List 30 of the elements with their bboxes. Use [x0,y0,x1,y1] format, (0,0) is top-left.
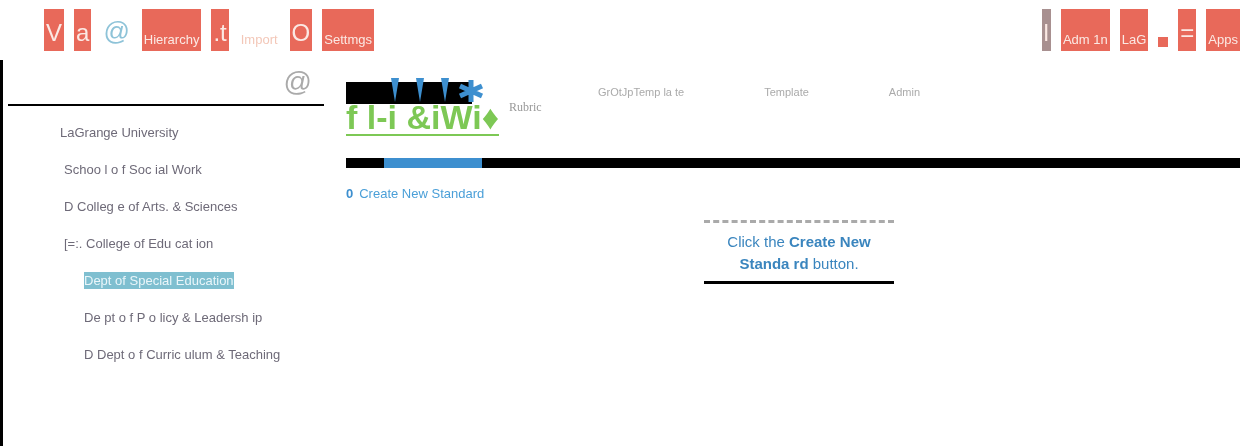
nav-item[interactable]: a [74,9,92,51]
square-icon[interactable] [1158,37,1169,47]
nav-item[interactable]: l [1041,9,1051,51]
logo-caption: Rubric [509,100,542,115]
nav-item[interactable]: Apps [1206,9,1240,51]
tree-item[interactable]: LaGrange University [60,124,179,141]
tree-item[interactable]: [=:. College of Edu cat ion [64,235,214,252]
create-link[interactable]: 0 Create New Standard [346,186,485,201]
nav-item[interactable]: Settmgs [322,9,374,51]
tab[interactable]: Admin [888,86,921,98]
tree-item[interactable]: De pt o f P o licy & Leadersh ip [84,309,263,326]
tab[interactable]: Template [764,86,809,98]
at-icon[interactable]: @ [283,66,312,98]
nav-item[interactable]: O [289,9,313,51]
nav-item[interactable]: Adm 1n [1060,9,1110,51]
nav-item[interactable]: V [44,9,64,51]
nav-item[interactable]: @ [101,16,132,51]
scroll-thumb[interactable] [384,158,483,168]
nav-item[interactable]: .t [211,9,229,51]
nav-item[interactable]: Hierarchy [141,9,202,51]
logo: f l-i &iWi♦ [346,100,500,136]
empty-message: Click the Create New Standa rd button. [726,232,872,274]
tree-item[interactable]: Schoo l o f Soc ial Work [64,161,202,178]
tab[interactable]: GrOtJpTemp la te [598,86,685,98]
tree-item[interactable]: D Dept o f Curric ulum & Teaching [84,346,281,363]
nav-item[interactable]: Import [238,32,280,51]
tree-item[interactable]: Dept of Special Education [84,272,234,289]
nav-item[interactable]: = [1178,9,1197,51]
nav-item[interactable]: LaG [1119,9,1149,51]
tree-item[interactable]: D Colleg e of Arts. & Sciences [64,198,238,215]
